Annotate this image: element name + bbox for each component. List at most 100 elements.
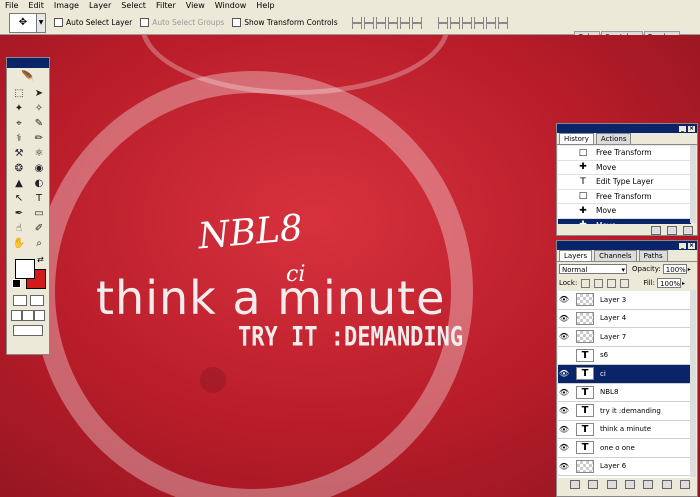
history-state[interactable]: ✚ Move: [558, 218, 691, 224]
history-state[interactable]: ✚ Move: [558, 161, 691, 175]
history-state[interactable]: □ Free Transform: [558, 146, 691, 161]
tab-paths[interactable]: Paths: [638, 250, 668, 261]
history-title-bar[interactable]: _ ×: [557, 124, 697, 133]
close-icon[interactable]: ×: [688, 242, 695, 249]
layer-row[interactable]: Ts6: [558, 347, 691, 365]
visibility-eye-icon[interactable]: 👁: [558, 369, 570, 378]
tool-button-18[interactable]: ☝: [11, 222, 27, 235]
distribute-hcenter-icon[interactable]: [485, 16, 496, 29]
menu-item-help[interactable]: Help: [251, 0, 279, 11]
tool-button-19[interactable]: ✐: [31, 222, 47, 235]
visibility-eye-icon[interactable]: 👁: [558, 388, 570, 397]
link-layers-icon[interactable]: [570, 479, 581, 489]
minimize-icon[interactable]: _: [679, 125, 686, 132]
delete-state-icon[interactable]: [683, 225, 693, 235]
visibility-eye-icon[interactable]: 👁: [558, 443, 570, 452]
standard-mode-icon[interactable]: [12, 295, 27, 306]
tool-button-20[interactable]: ✋: [11, 237, 27, 250]
new-document-from-state-icon[interactable]: [651, 225, 661, 235]
layers-scrollbar[interactable]: [690, 290, 696, 477]
tool-button-2[interactable]: ✦: [11, 102, 27, 115]
menu-item-select[interactable]: Select: [116, 0, 151, 11]
quick-mask-icon[interactable]: [29, 295, 44, 306]
visibility-eye-icon[interactable]: 👁: [558, 462, 570, 471]
tool-button-16[interactable]: ✒: [11, 207, 27, 220]
align-right-icon[interactable]: [411, 16, 422, 29]
tool-button-10[interactable]: ❂: [11, 162, 27, 175]
blend-mode-select[interactable]: Normal ▾: [559, 264, 627, 274]
tool-button-14[interactable]: ↖: [11, 192, 27, 205]
feather-logo-icon[interactable]: 🪶: [7, 68, 49, 84]
menu-item-file[interactable]: File: [0, 0, 23, 11]
layer-name[interactable]: try it :demanding: [600, 407, 661, 415]
menu-item-view[interactable]: View: [181, 0, 210, 11]
tool-button-7[interactable]: ✏: [31, 132, 47, 145]
history-state[interactable]: ✚ Move: [558, 204, 691, 219]
layer-name[interactable]: Layer 3: [600, 296, 626, 304]
layer-row[interactable]: 👁 Layer 4: [558, 310, 691, 328]
layer-name[interactable]: NBL8: [600, 388, 618, 396]
layer-row[interactable]: 👁 Tthink a minute: [558, 421, 691, 439]
tool-button-8[interactable]: ⚒: [11, 147, 27, 160]
menu-item-filter[interactable]: Filter: [151, 0, 181, 11]
opacity-input[interactable]: 100%: [662, 264, 687, 274]
tool-button-9[interactable]: ⚛: [31, 147, 47, 160]
menu-item-window[interactable]: Window: [210, 0, 252, 11]
screen-mode-standard-icon[interactable]: [11, 310, 23, 321]
align-bottom-icon[interactable]: [375, 16, 386, 29]
distribute-vcenter-icon[interactable]: [449, 16, 460, 29]
toolbox-title-bar[interactable]: [7, 58, 49, 68]
layer-row[interactable]: 👁 Ttry it :demanding: [558, 402, 691, 421]
tab-layers[interactable]: Layers: [559, 250, 593, 261]
opacity-slider-arrow-icon[interactable]: ▸: [688, 266, 691, 273]
add-mask-icon[interactable]: [606, 479, 617, 489]
layer-row[interactable]: 👁 Tone o one: [558, 439, 691, 458]
screen-mode-full-icon[interactable]: [33, 310, 45, 321]
distribute-left-icon[interactable]: [473, 16, 484, 29]
layer-name[interactable]: one o one: [600, 444, 635, 452]
align-vcenter-icon[interactable]: [363, 16, 374, 29]
visibility-eye-icon[interactable]: 👁: [558, 332, 570, 341]
layer-name[interactable]: Layer 4: [600, 314, 626, 322]
history-state[interactable]: □ Free Transform: [558, 190, 691, 204]
visibility-eye-icon[interactable]: 👁: [558, 295, 570, 304]
menu-item-layer[interactable]: Layer: [84, 0, 116, 11]
jump-to-imageready-icon[interactable]: [13, 325, 43, 336]
lock-image-icon[interactable]: [594, 278, 604, 288]
lock-position-icon[interactable]: [607, 278, 617, 288]
visibility-eye-icon[interactable]: 👁: [558, 314, 570, 323]
layers-title-bar[interactable]: _ ×: [557, 241, 697, 250]
tool-button-6[interactable]: ⚕: [11, 132, 27, 145]
tool-button-13[interactable]: ◐: [31, 177, 47, 190]
layer-name[interactable]: think a minute: [600, 425, 651, 433]
layer-row[interactable]: 👁 Layer 6: [558, 458, 691, 476]
new-group-icon[interactable]: [643, 479, 654, 489]
menu-item-edit[interactable]: Edit: [23, 0, 49, 11]
new-fill-layer-icon[interactable]: [624, 479, 635, 489]
layer-row[interactable]: 👁 T NBL8: [558, 384, 691, 402]
layer-style-icon[interactable]: [588, 479, 599, 489]
new-snapshot-icon[interactable]: [667, 225, 677, 235]
history-state[interactable]: T Edit Type Layer: [558, 175, 691, 190]
layer-name[interactable]: Layer 7: [600, 333, 626, 341]
swap-colors-icon[interactable]: ⇄: [37, 255, 44, 264]
fill-slider-arrow-icon[interactable]: ▸: [682, 280, 685, 287]
delete-layer-icon[interactable]: [679, 479, 690, 489]
lock-all-icon[interactable]: [620, 278, 630, 288]
layer-row[interactable]: 👁 Layer 3: [558, 291, 691, 310]
layer-name[interactable]: Layer 6: [600, 462, 626, 470]
align-hcenter-icon[interactable]: [399, 16, 410, 29]
visibility-eye-icon[interactable]: 👁: [558, 406, 570, 415]
layer-name[interactable]: s6: [600, 351, 608, 359]
layer-name[interactable]: ci: [600, 370, 606, 378]
tool-button-21[interactable]: ⌕: [31, 237, 47, 250]
tab-channels[interactable]: Channels: [594, 250, 637, 261]
default-colors-icon[interactable]: [12, 279, 21, 288]
tab-history[interactable]: History: [559, 133, 594, 144]
checkbox[interactable]: [54, 18, 63, 27]
lock-transparent-icon[interactable]: [581, 278, 591, 288]
align-left-icon[interactable]: [387, 16, 398, 29]
tool-button-12[interactable]: ▲: [11, 177, 27, 190]
screen-mode-menu-icon[interactable]: [22, 310, 34, 321]
tool-button-1[interactable]: ➤: [31, 87, 47, 100]
